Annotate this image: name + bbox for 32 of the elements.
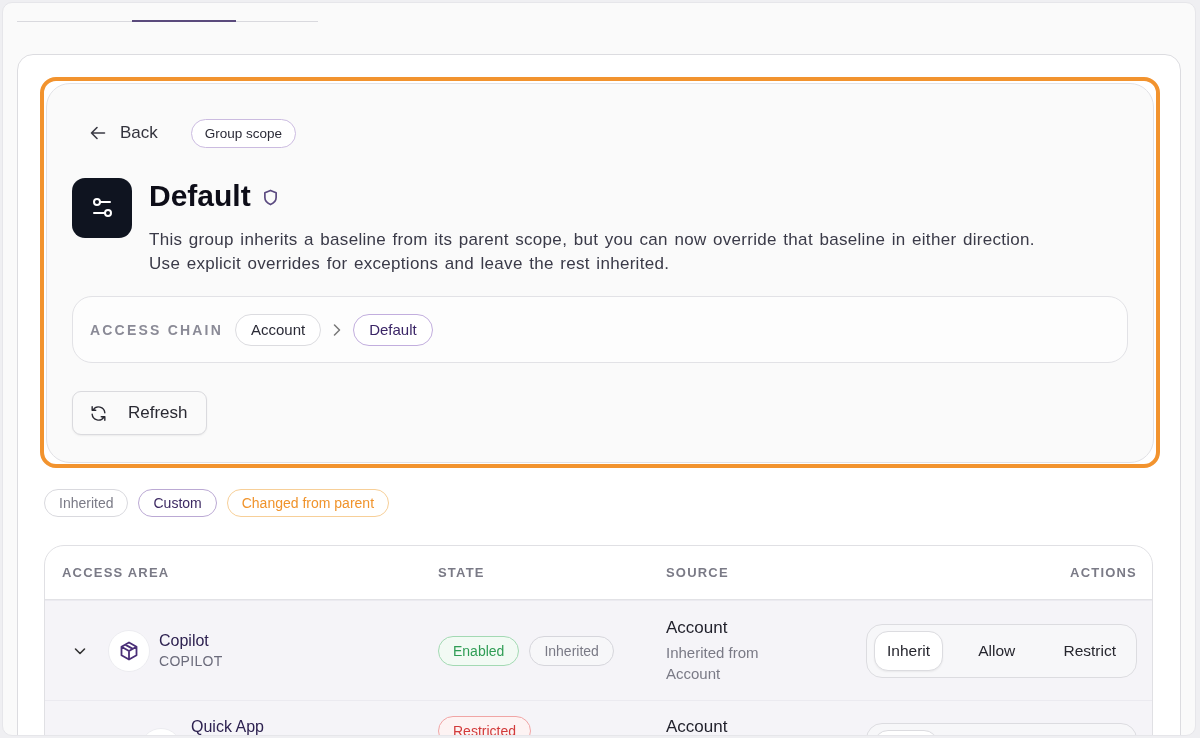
- column-header: SOURCE: [666, 565, 730, 580]
- page-title: Default: [149, 178, 251, 214]
- action-option[interactable]: Inherit: [874, 630, 944, 671]
- chevron-right-icon: [333, 323, 342, 336]
- area-name: Copilot: [159, 631, 210, 649]
- legend-tag: Inherited: [44, 489, 129, 517]
- refresh-icon: [89, 403, 108, 423]
- state-badge: Inherited: [529, 635, 614, 666]
- shield-icon: [262, 188, 278, 206]
- state-badge: Enabled: [438, 635, 520, 666]
- action-option[interactable]: Allow: [964, 630, 1029, 671]
- action-option[interactable]: Restrict: [1050, 630, 1129, 671]
- source-name: Account: [666, 617, 729, 639]
- arrow-left-icon: [90, 125, 106, 141]
- source-name: Account: [666, 716, 729, 735]
- area-code: COPILOT: [159, 652, 223, 670]
- description: This group inherits a baseline from its parent scope, but you can now override that baseline in either direction. Use explicit overrides for exceptions and leave the rest inherited.: [149, 229, 1036, 275]
- scope-badge: Group scope: [190, 118, 297, 148]
- column-header: ACTIONS: [1070, 565, 1137, 580]
- column-header: ACCESS AREA: [62, 565, 171, 580]
- chain-label: ACCESS CHAIN: [90, 321, 223, 338]
- source-note: Inherited from Account: [666, 643, 760, 684]
- legend-tag: Custom: [138, 489, 217, 517]
- back-button[interactable]: Back: [72, 115, 176, 151]
- chain-step[interactable]: Default: [353, 313, 433, 346]
- legend-tag: Changed from parent: [226, 489, 390, 517]
- column-header: STATE: [438, 565, 486, 580]
- cube-icon: [108, 629, 150, 672]
- area-name: Quick App: [191, 718, 264, 735]
- chain-step[interactable]: Account: [234, 313, 322, 346]
- sliders-icon: [72, 178, 132, 238]
- refresh-button[interactable]: Refresh: [72, 391, 207, 435]
